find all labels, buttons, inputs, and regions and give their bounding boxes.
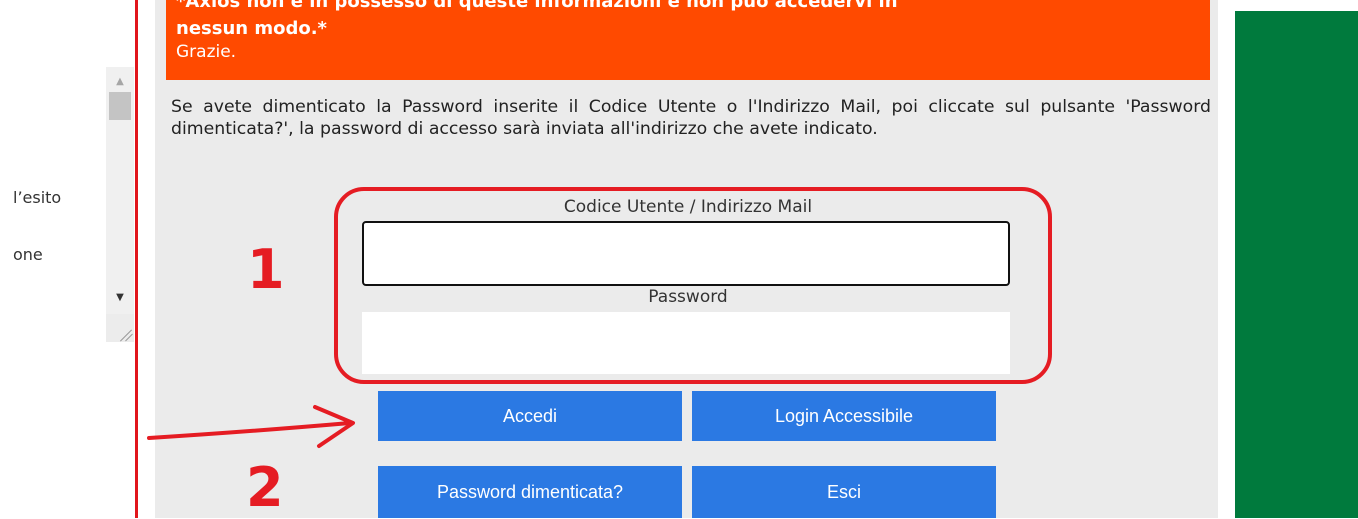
- warning-line-3: Grazie.: [176, 42, 237, 62]
- green-side-bar: [1235, 11, 1358, 518]
- instructions-text: Se avete dimenticato la Password inserit…: [171, 97, 1211, 139]
- accedi-button[interactable]: Accedi: [378, 391, 682, 441]
- warning-line-1: *Axios non è in possesso di queste infor…: [176, 0, 898, 12]
- annotation-number-2: 2: [246, 456, 284, 519]
- left-text-esito: l’esito: [13, 188, 62, 207]
- scroll-down-arrow-icon[interactable]: ▼: [106, 289, 134, 305]
- red-divider: [135, 0, 138, 518]
- warning-line-2: nessun modo.*: [176, 18, 327, 39]
- warning-banner: *Axios non è in possesso di queste infor…: [166, 0, 1210, 80]
- left-panel: l’esito one ▲ ▼: [0, 0, 140, 518]
- annotation-arrow-icon: [147, 405, 355, 448]
- esci-button[interactable]: Esci: [692, 466, 996, 518]
- scroll-up-arrow-icon[interactable]: ▲: [106, 73, 134, 89]
- login-accessibile-button[interactable]: Login Accessibile: [692, 391, 996, 441]
- left-text-one: one: [13, 245, 43, 264]
- annotation-number-1: 1: [247, 238, 285, 301]
- annotation-highlight-ring: [334, 187, 1052, 384]
- resize-grip-icon[interactable]: [106, 314, 134, 342]
- scrollbar[interactable]: ▲ ▼: [106, 67, 134, 314]
- password-dimenticata-button[interactable]: Password dimenticata?: [378, 466, 682, 518]
- scroll-thumb[interactable]: [109, 92, 131, 120]
